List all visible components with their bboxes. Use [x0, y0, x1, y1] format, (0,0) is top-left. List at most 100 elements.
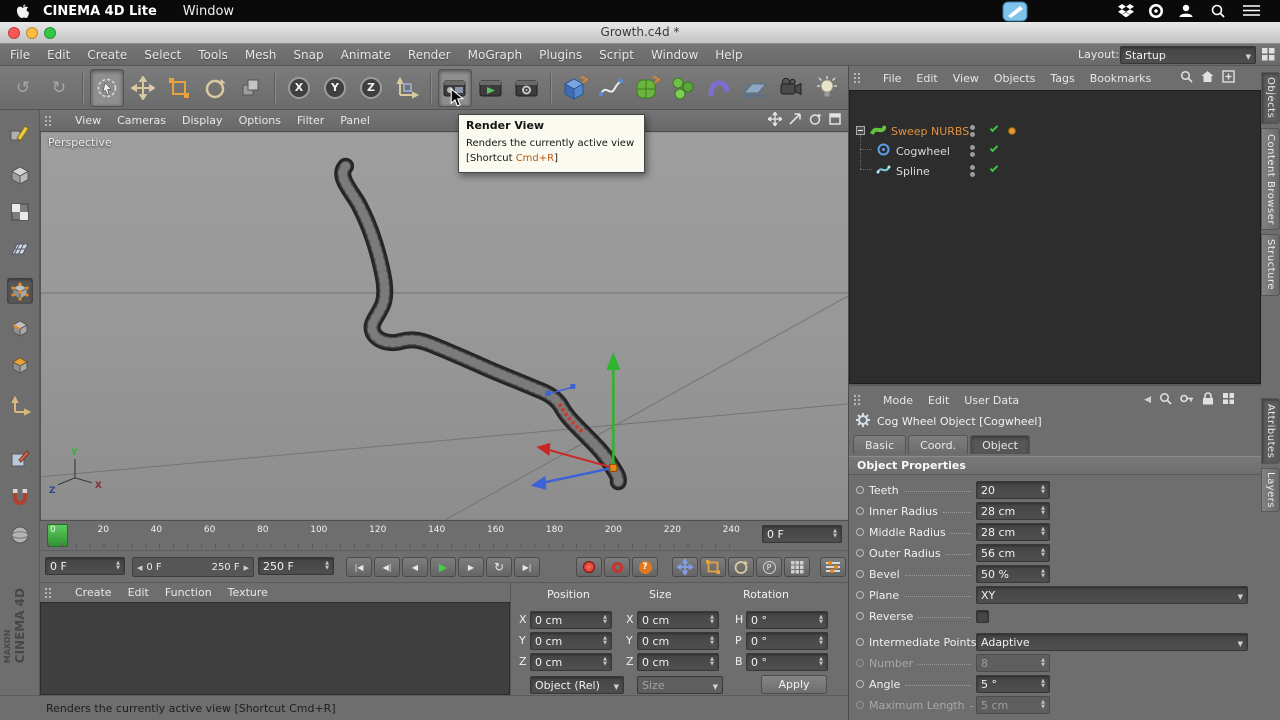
rotate-view-icon[interactable] [808, 112, 822, 129]
stepper-icon[interactable] [322, 561, 329, 571]
material-menu-create[interactable]: Create [75, 586, 112, 599]
goto-start-button[interactable]: |◀ [346, 557, 372, 577]
menu-mesh[interactable]: Mesh [245, 48, 277, 62]
parameter-key-toggle[interactable]: P [756, 557, 782, 577]
stepper-icon[interactable] [707, 615, 714, 625]
coordinate-system-button[interactable] [390, 69, 424, 107]
points-mode-button[interactable] [7, 278, 33, 304]
menu-render[interactable]: Render [408, 48, 451, 62]
stepper-icon[interactable] [1038, 485, 1045, 495]
menu-file[interactable]: File [10, 48, 30, 62]
material-menu-function[interactable]: Function [165, 586, 212, 599]
add-camera-button[interactable] [774, 69, 808, 107]
om-add-icon[interactable] [1222, 70, 1235, 86]
om-menu-bookmarks[interactable]: Bookmarks [1090, 72, 1151, 85]
lock-x-axis-button[interactable]: X [282, 69, 316, 107]
user-icon[interactable] [1178, 3, 1194, 22]
object-name[interactable]: Sweep NURBS [891, 125, 969, 138]
teeth-input[interactable]: 20 [976, 481, 1050, 499]
next-frame-button[interactable]: ▶ [458, 557, 484, 577]
render-picture-viewer-button[interactable] [474, 69, 508, 107]
keyframe-help-button[interactable]: ? [632, 557, 658, 577]
size-z-field[interactable]: 0 cm [637, 653, 719, 671]
material-manager-area[interactable] [40, 602, 510, 695]
menu-animate[interactable]: Animate [341, 48, 391, 62]
texture-paint-mode-button[interactable] [7, 446, 33, 472]
side-tab-layers[interactable]: Layers [1261, 468, 1280, 512]
menu-help[interactable]: Help [715, 48, 742, 62]
expand-collapse-icon[interactable] [856, 126, 865, 135]
lock-icon[interactable] [1202, 392, 1214, 408]
menubar-extra-icon[interactable] [1002, 1, 1028, 26]
model-mode-button[interactable] [7, 162, 33, 188]
side-tab-objects[interactable]: Objects [1261, 72, 1280, 124]
record-keyframe-button[interactable] [576, 557, 602, 577]
stepper-icon[interactable] [1038, 548, 1045, 558]
timeline-ruler[interactable]: 0 20 40 60 80 100 120 140 160 180 200 22… [40, 520, 848, 550]
position-y-field[interactable]: 0 cm [530, 632, 612, 650]
rotation-p-field[interactable]: 0 ° [746, 632, 828, 650]
viewport-camera-label[interactable]: Perspective [48, 136, 112, 149]
enabled-check-icon[interactable] [989, 163, 999, 173]
add-spline-button[interactable] [594, 69, 628, 107]
position-z-field[interactable]: 0 cm [530, 653, 612, 671]
stepper-icon[interactable] [1038, 506, 1045, 516]
record-dot-icon[interactable] [856, 549, 864, 557]
visibility-toggles[interactable] [970, 125, 975, 137]
record-dot-icon[interactable] [856, 570, 864, 578]
viewport-solo-button[interactable] [7, 522, 33, 548]
object-row-spline[interactable]: Spline [876, 161, 930, 181]
add-mograph-button[interactable] [666, 69, 700, 107]
viewport-menu-panel[interactable]: Panel [340, 114, 370, 127]
side-tab-structure[interactable]: Structure [1261, 234, 1280, 296]
am-menu-edit[interactable]: Edit [928, 394, 949, 407]
end-frame-field[interactable]: 250 F [258, 557, 334, 575]
menu-create[interactable]: Create [87, 48, 127, 62]
panel-config-icon[interactable] [1222, 392, 1235, 408]
menu-tools[interactable]: Tools [198, 48, 228, 62]
menu-select[interactable]: Select [144, 48, 181, 62]
rotation-h-field[interactable]: 0 ° [746, 611, 828, 629]
visibility-toggles[interactable] [970, 145, 975, 157]
inner-radius-input[interactable]: 28 cm [976, 502, 1050, 520]
make-editable-button[interactable] [7, 120, 33, 146]
record-dot-icon[interactable] [856, 591, 864, 599]
polygons-mode-button[interactable] [7, 352, 33, 378]
side-tab-content-browser[interactable]: Content Browser [1261, 128, 1280, 230]
dropbox-icon[interactable] [1118, 4, 1134, 21]
zoom-view-icon[interactable] [788, 112, 802, 129]
previous-frame-button[interactable]: ◀ [402, 557, 428, 577]
lock-z-axis-button[interactable]: Z [354, 69, 388, 107]
stepper-icon[interactable] [600, 636, 607, 646]
record-dot-icon[interactable] [856, 486, 864, 494]
size-mode-dropdown[interactable]: Size [637, 676, 723, 694]
undo-button[interactable]: ↺ [6, 69, 40, 107]
enabled-check-icon[interactable] [989, 143, 999, 153]
stepper-icon[interactable] [707, 636, 714, 646]
pla-key-toggle[interactable] [784, 557, 810, 577]
menu-edit[interactable]: Edit [47, 48, 70, 62]
size-x-field[interactable]: 0 cm [637, 611, 719, 629]
live-selection-button[interactable] [90, 68, 124, 107]
object-name[interactable]: Spline [896, 165, 930, 178]
layout-presets-icon[interactable] [1262, 48, 1275, 64]
record-dot-icon[interactable] [856, 612, 864, 620]
om-menu-view[interactable]: View [953, 72, 979, 85]
range-right-arrow-icon[interactable] [244, 562, 249, 573]
enable-axis-button[interactable] [7, 393, 33, 419]
outer-radius-input[interactable]: 56 cm [976, 544, 1050, 562]
tab-object[interactable]: Object [970, 435, 1030, 454]
visibility-toggles[interactable] [970, 165, 975, 177]
stepper-icon[interactable] [1038, 569, 1045, 579]
app-menu-title[interactable]: CINEMA 4D Lite [43, 4, 157, 19]
workplane-mode-button[interactable] [7, 236, 33, 262]
plane-dropdown[interactable]: XY [976, 586, 1248, 604]
viewport-menu-filter[interactable]: Filter [297, 114, 324, 127]
om-menu-objects[interactable]: Objects [994, 72, 1036, 85]
phong-tag-icon[interactable] [1008, 127, 1016, 135]
viewport-menu-display[interactable]: Display [182, 114, 223, 127]
tab-coord[interactable]: Coord. [908, 435, 969, 454]
om-home-icon[interactable] [1201, 70, 1214, 86]
frame-number-field[interactable]: 0 F [45, 557, 125, 575]
panel-splitter[interactable] [849, 384, 1261, 386]
